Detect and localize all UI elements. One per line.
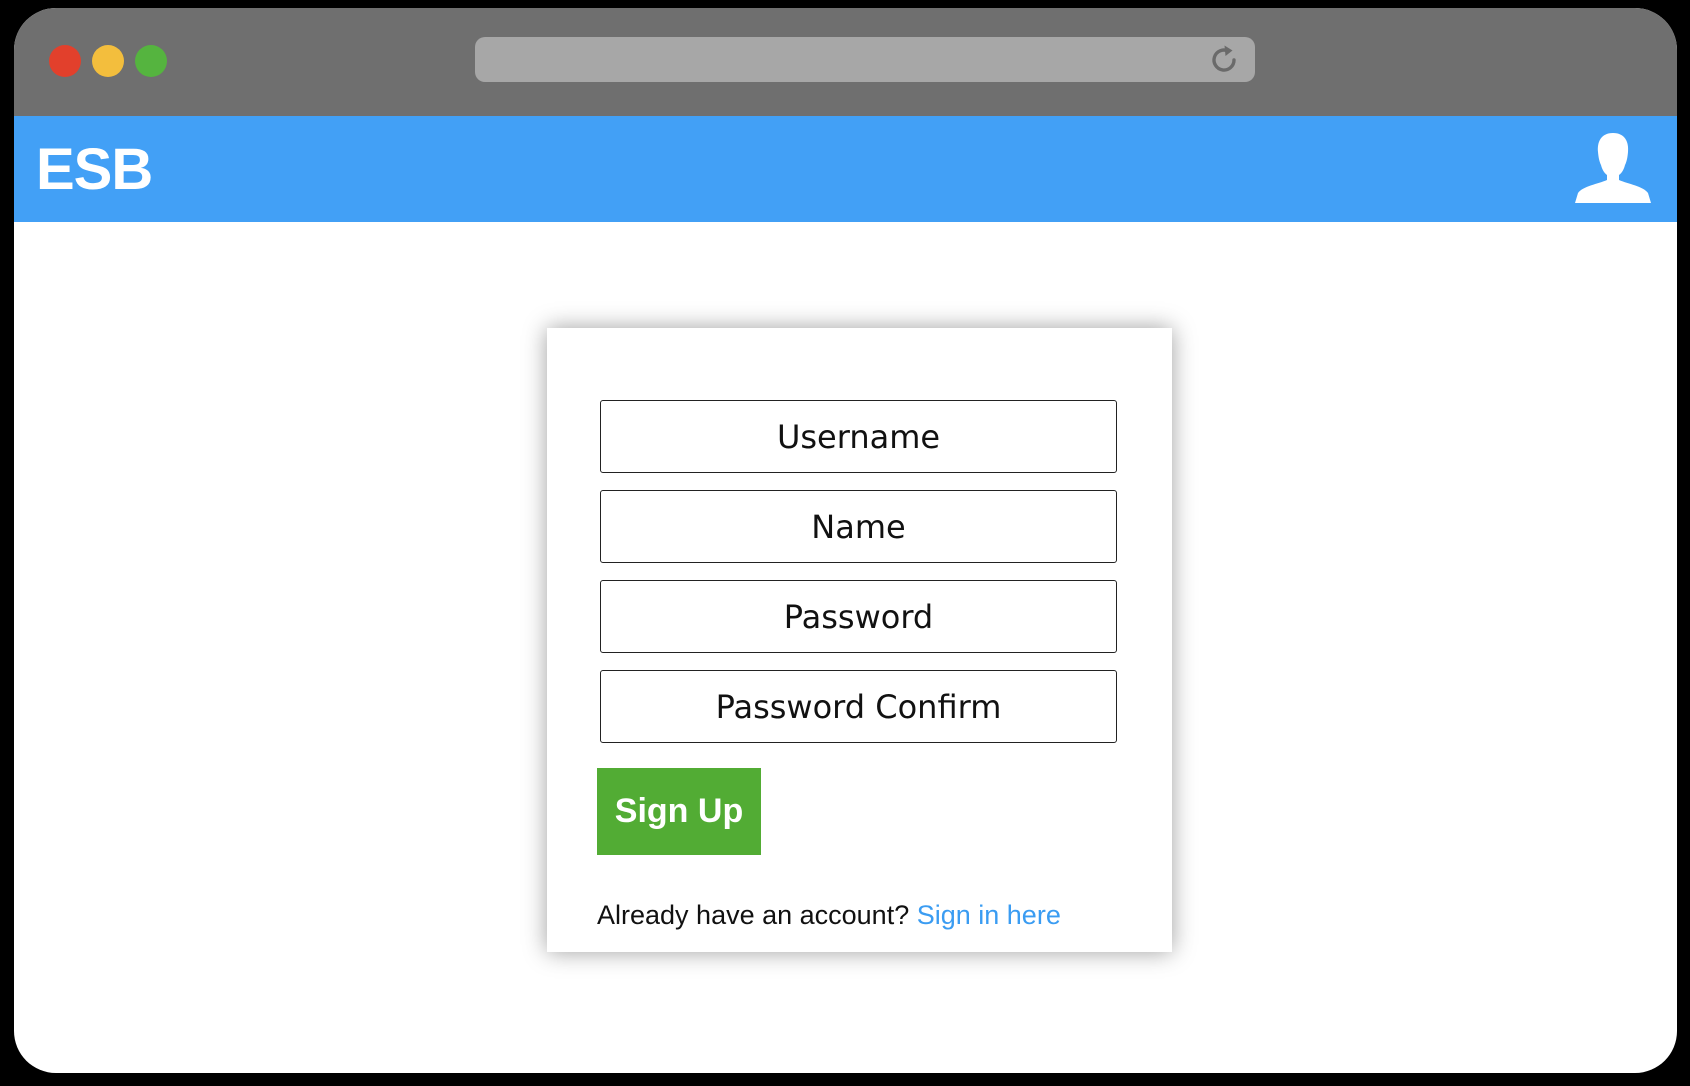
brand-logo[interactable]: ESB (36, 139, 153, 201)
browser-window: ESB Sign Up Already have an account? Sig… (14, 8, 1677, 1073)
signin-prompt-line: Already have an account? Sign in here (597, 900, 1061, 931)
password-confirm-input[interactable] (600, 670, 1117, 743)
address-bar[interactable] (475, 37, 1255, 82)
username-input[interactable] (600, 400, 1117, 473)
browser-titlebar (14, 8, 1677, 116)
password-input[interactable] (600, 580, 1117, 653)
signup-button[interactable]: Sign Up (597, 768, 761, 855)
name-input[interactable] (600, 490, 1117, 563)
minimize-window-button[interactable] (92, 45, 124, 77)
signup-card: Sign Up Already have an account? Sign in… (547, 328, 1172, 952)
reload-icon[interactable] (1207, 43, 1241, 77)
signin-prompt-text: Already have an account? (597, 900, 910, 930)
maximize-window-button[interactable] (135, 45, 167, 77)
user-silhouette-icon[interactable] (1574, 131, 1652, 203)
app-header: ESB (14, 116, 1677, 222)
signin-link[interactable]: Sign in here (917, 900, 1061, 930)
close-window-button[interactable] (49, 45, 81, 77)
